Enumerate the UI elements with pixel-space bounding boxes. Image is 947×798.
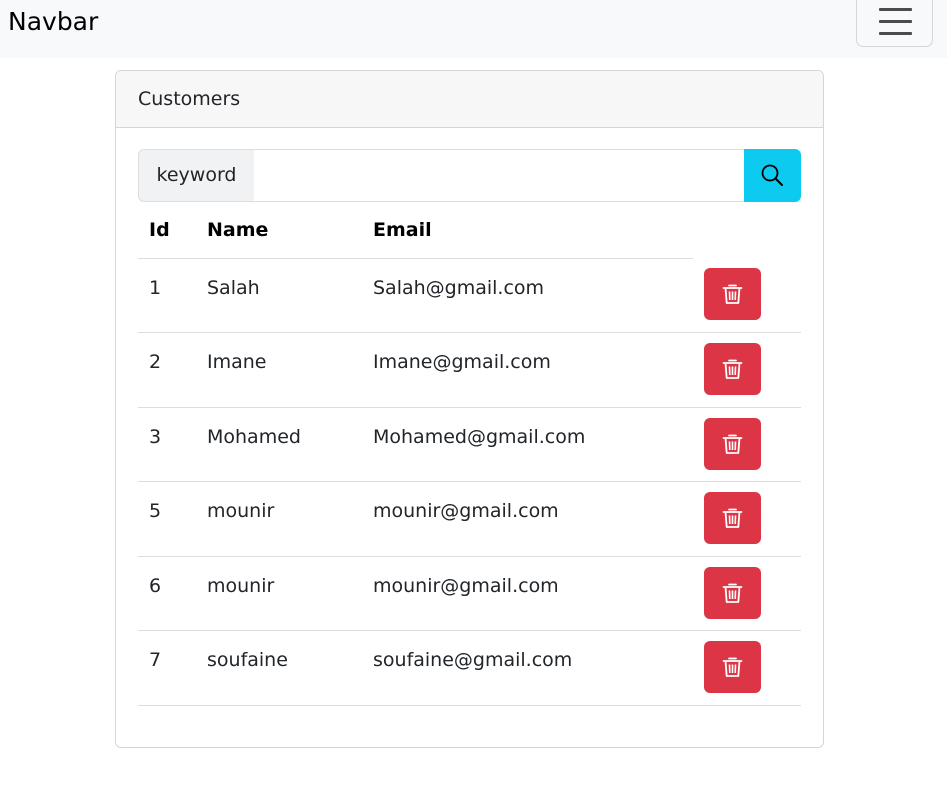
- cell-email: Mohamed@gmail.com: [362, 407, 693, 482]
- navbar-toggler-button[interactable]: [856, 0, 933, 47]
- customers-table: Id Name Email 1 Salah Salah@gmail.com 2 Iman…: [138, 202, 801, 706]
- card-header: Customers: [116, 71, 823, 128]
- cell-email: Imane@gmail.com: [362, 332, 693, 408]
- trash-icon: [722, 359, 743, 379]
- card-title: Customers: [138, 88, 241, 110]
- search-label: keyword: [138, 149, 255, 202]
- trash-icon: [722, 284, 743, 304]
- search-icon: [761, 164, 783, 186]
- column-header-email: Email: [362, 202, 693, 259]
- cell-actions: [693, 556, 801, 631]
- table-row: 1 Salah Salah@gmail.com: [138, 258, 801, 333]
- trash-icon: [722, 508, 743, 528]
- delete-button[interactable]: [704, 343, 761, 395]
- trash-icon: [722, 657, 743, 677]
- cell-actions: [693, 407, 801, 482]
- cell-name: Mohamed: [196, 407, 362, 482]
- cell-actions: [693, 481, 801, 557]
- cell-id: 1: [138, 258, 196, 333]
- cell-id: 2: [138, 332, 196, 408]
- column-header-id: Id: [138, 202, 196, 259]
- search-button[interactable]: [744, 149, 801, 202]
- cell-id: 3: [138, 407, 196, 482]
- cell-email: mounir@gmail.com: [362, 481, 693, 557]
- navbar-brand[interactable]: Navbar: [8, 6, 98, 38]
- delete-button[interactable]: [704, 417, 761, 470]
- cell-email: mounir@gmail.com: [362, 556, 693, 631]
- cell-name: soufaine: [196, 630, 362, 706]
- delete-button[interactable]: [704, 641, 761, 693]
- table-row: 2 Imane Imane@gmail.com: [138, 332, 801, 408]
- cell-actions: [693, 332, 801, 408]
- cell-actions: [693, 630, 801, 706]
- cell-id: 5: [138, 481, 196, 557]
- search-input[interactable]: [254, 149, 745, 202]
- cell-email: soufaine@gmail.com: [362, 630, 693, 706]
- customers-card: Customers keyword Id Name Email 1 Salah …: [115, 70, 824, 748]
- navbar: Navbar: [0, 0, 947, 58]
- table-row: 5 mounir mounir@gmail.com: [138, 481, 801, 557]
- table-header-row: Id Name Email: [138, 202, 801, 259]
- cell-actions: [693, 258, 801, 333]
- cell-name: mounir: [196, 556, 362, 631]
- table-row: 7 soufaine soufaine@gmail.com: [138, 630, 801, 706]
- delete-button[interactable]: [704, 492, 761, 544]
- delete-button[interactable]: [704, 566, 761, 619]
- cell-name: Salah: [196, 258, 362, 333]
- column-header-actions: [693, 202, 801, 258]
- trash-icon: [722, 434, 743, 454]
- search-group: keyword: [138, 149, 801, 202]
- table-row: 6 mounir mounir@gmail.com: [138, 556, 801, 631]
- table-row: 3 Mohamed Mohamed@gmail.com: [138, 407, 801, 482]
- column-header-name: Name: [196, 202, 362, 259]
- cell-id: 7: [138, 630, 196, 706]
- cell-email: Salah@gmail.com: [362, 258, 693, 333]
- trash-icon: [722, 583, 743, 603]
- cell-name: Imane: [196, 332, 362, 408]
- cell-id: 6: [138, 556, 196, 631]
- cell-name: mounir: [196, 481, 362, 557]
- delete-button[interactable]: [704, 268, 761, 320]
